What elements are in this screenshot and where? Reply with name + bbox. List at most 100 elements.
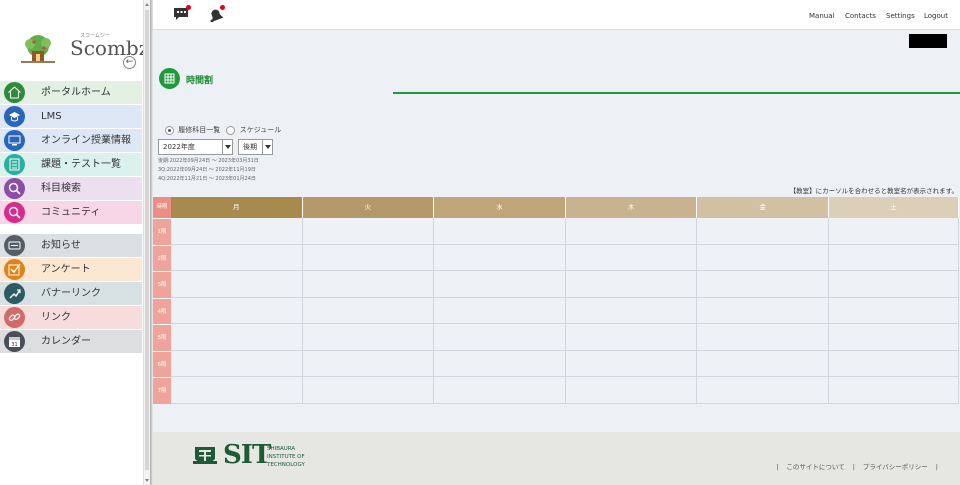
arrow-left-icon[interactable]: ←: [123, 56, 136, 69]
timetable-cell[interactable]: [565, 324, 698, 351]
timetable-cell[interactable]: [302, 324, 435, 351]
bell-icon[interactable]: [207, 5, 225, 23]
radio-schedule[interactable]: [226, 125, 236, 135]
scombz-logo[interactable]: スコームジー Scombz: [18, 32, 149, 72]
timetable-cell[interactable]: [434, 244, 566, 271]
period-label: 2限: [153, 244, 171, 271]
timetable-cell[interactable]: [829, 271, 959, 298]
notification-dot: [220, 5, 225, 10]
sidebar-item[interactable]: リンク: [0, 306, 142, 329]
chat-icon[interactable]: [173, 5, 191, 22]
separator: |: [935, 463, 938, 471]
timetable-cell[interactable]: [434, 218, 566, 245]
timetable-cell[interactable]: [565, 377, 698, 404]
grid-icon: [159, 68, 180, 89]
sidebar-item[interactable]: 科目検索: [0, 177, 142, 200]
timetable-cell[interactable]: [302, 297, 435, 324]
sidebar-item[interactable]: バナーリンク: [0, 282, 142, 305]
timetable-cell[interactable]: [697, 377, 829, 404]
about-link[interactable]: このサイトについて: [786, 463, 844, 471]
sit-logo-subtitle: SHIBAURA INSTITUTE OF TECHNOLOGY: [267, 445, 305, 469]
sit-sub-line: SHIBAURA: [267, 446, 296, 452]
timetable-cell[interactable]: [565, 297, 698, 324]
year-select[interactable]: 2022年度: [158, 139, 233, 155]
timetable-cell[interactable]: [565, 271, 698, 298]
day-header: 月: [171, 197, 303, 218]
timetable-cell[interactable]: [171, 324, 303, 351]
timetable-cell[interactable]: [829, 377, 959, 404]
timetable-cell[interactable]: [434, 271, 566, 298]
timetable-cell[interactable]: [434, 350, 566, 377]
manual-link[interactable]: Manual: [809, 12, 834, 20]
sidebar-item[interactable]: 課題・テスト一覧: [0, 153, 142, 176]
timetable-cell[interactable]: [829, 218, 959, 245]
separator: |: [776, 463, 779, 471]
user-name-redacted: [909, 34, 947, 48]
period-q3: 3Q:2022年09月24日 ～ 2022年11月19日: [158, 167, 256, 173]
sidebar-item[interactable]: お知らせ: [0, 234, 142, 257]
sidebar-item-label: コミュニティ: [41, 207, 101, 218]
timetable-cell[interactable]: [434, 297, 566, 324]
timetable-cell[interactable]: [697, 297, 829, 324]
timetable-cell[interactable]: [697, 271, 829, 298]
sidebar-item[interactable]: 31 カレンダー: [0, 330, 142, 353]
checklist-icon: [4, 154, 25, 175]
sidebar-item[interactable]: オンライン授業情報: [0, 129, 142, 152]
timetable-cell[interactable]: [171, 350, 303, 377]
timetable-cell[interactable]: [829, 244, 959, 271]
news-icon: [4, 235, 25, 256]
timetable-cell[interactable]: [565, 350, 698, 377]
sidebar-item[interactable]: アンケート: [0, 258, 142, 281]
timetable-cell[interactable]: [171, 244, 303, 271]
scroll-down-icon[interactable]: [145, 479, 149, 482]
timetable-cell[interactable]: [829, 350, 959, 377]
timetable-cell[interactable]: [302, 244, 435, 271]
sidebar-item-label: オンライン授業情報: [41, 135, 131, 146]
sidebar-item-label: お知らせ: [41, 240, 81, 251]
timetable-cell[interactable]: [434, 377, 566, 404]
radio-course-list[interactable]: [165, 125, 174, 135]
contacts-link[interactable]: Contacts: [845, 12, 876, 20]
sit-sub-line: TECHNOLOGY: [267, 462, 305, 468]
privacy-link[interactable]: プライバシーポリシー: [863, 463, 928, 471]
term-select[interactable]: 後期: [238, 139, 273, 155]
sidebar-item-label: ポータルホーム: [41, 87, 111, 98]
logout-link[interactable]: Logout: [924, 12, 948, 20]
scrollbar-thumb[interactable]: [145, 10, 149, 470]
timetable-cell[interactable]: [171, 297, 303, 324]
scroll-up-icon[interactable]: [145, 3, 149, 6]
calendar-icon: 31: [4, 331, 25, 352]
timetable-cell[interactable]: [434, 324, 566, 351]
timetable-cell[interactable]: [302, 271, 435, 298]
timetable-cell[interactable]: [697, 244, 829, 271]
timetable-cell[interactable]: [302, 350, 435, 377]
radio-label-course-list[interactable]: 履修科目一覧: [178, 126, 220, 134]
timetable-cell[interactable]: [171, 271, 303, 298]
radio-label-schedule[interactable]: スケジュール: [240, 126, 282, 134]
main-content: 時間割 履修科目一覧 スケジュール 2022年度 後期 後期:2022年09月2…: [153, 31, 960, 432]
timetable-cell[interactable]: [829, 297, 959, 324]
sidebar-item[interactable]: LMS: [0, 105, 142, 128]
timetable-cell[interactable]: [829, 324, 959, 351]
timetable-cell[interactable]: [171, 218, 303, 245]
timetable-cell[interactable]: [565, 218, 698, 245]
sidebar: スコームジー Scombz ← ポータルホーム LMS オンライン授業情報課題・テス…: [0, 0, 149, 485]
timetable-cell[interactable]: [171, 377, 303, 404]
sit-emblem-icon: [193, 443, 217, 469]
sidebar-scrollbar[interactable]: [143, 0, 150, 485]
logo-text: Scombz: [70, 36, 150, 60]
sidebar-item[interactable]: コミュニティ: [0, 201, 142, 224]
sidebar-item[interactable]: ポータルホーム: [0, 81, 142, 104]
timetable-cell[interactable]: [697, 324, 829, 351]
timetable-cell[interactable]: [302, 377, 435, 404]
timetable-cell[interactable]: [697, 218, 829, 245]
sidebar-item-label: LMS: [41, 111, 62, 122]
survey-check-icon: [4, 259, 25, 280]
period-label: 3限: [153, 271, 171, 298]
settings-link[interactable]: Settings: [886, 12, 915, 20]
timetable-cell[interactable]: [697, 350, 829, 377]
tree-house-icon: [21, 35, 55, 63]
timetable-cell[interactable]: [302, 218, 435, 245]
sidebar-item-label: アンケート: [41, 264, 91, 275]
timetable-cell[interactable]: [565, 244, 698, 271]
